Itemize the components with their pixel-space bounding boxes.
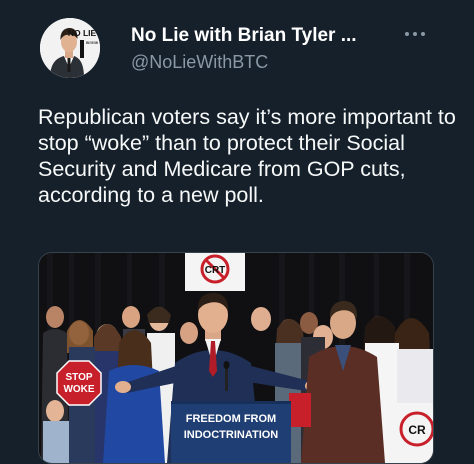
stop-woke-sign: STOP WOKE <box>56 360 102 406</box>
crt-sign-right: CR <box>389 403 433 463</box>
tweet-card[interactable]: NO LIE BRIAN TYLER COHEN No Lie with Bri… <box>0 0 474 464</box>
tweet-media-photo[interactable]: CRT STOP WOKE CR FREEDOM FROM INDOCTRINA… <box>38 252 434 464</box>
stop-sign-text: STOP <box>65 372 92 383</box>
more-dot <box>421 32 425 36</box>
author-handle[interactable]: @NoLieWithBTC <box>131 52 268 73</box>
crt-sign-top: CRT <box>185 253 245 291</box>
more-dot <box>413 32 417 36</box>
podium-text-line2: INDOCTRINATION <box>184 429 279 441</box>
tweet-text: Republican voters say it’s more importan… <box>38 105 456 207</box>
avatar-logo-text: NO LIE <box>68 28 97 38</box>
woke-sign-text: WOKE <box>63 384 94 395</box>
more-horizontal-icon[interactable] <box>398 24 432 44</box>
avatar-logo-subtext: BRIAN TYLER COHEN <box>86 41 98 45</box>
podium-text-line1: FREEDOM FROM <box>186 413 276 425</box>
crt-right-sign-text: CR <box>408 423 426 437</box>
avatar-image: NO LIE BRIAN TYLER COHEN <box>40 18 100 78</box>
more-dot <box>405 32 409 36</box>
podium: FREEDOM FROM INDOCTRINATION <box>171 401 291 463</box>
avatar[interactable]: NO LIE BRIAN TYLER COHEN <box>40 18 100 78</box>
red-sign-fragment <box>289 393 311 427</box>
author-display-name[interactable]: No Lie with Brian Tyler ... <box>131 25 357 47</box>
crt-sign-text: CRT <box>205 265 226 276</box>
press-conference-photo: CRT STOP WOKE CR FREEDOM FROM INDOCTRINA… <box>39 253 433 463</box>
author-name-row[interactable]: No Lie with Brian Tyler ... <box>131 25 357 47</box>
